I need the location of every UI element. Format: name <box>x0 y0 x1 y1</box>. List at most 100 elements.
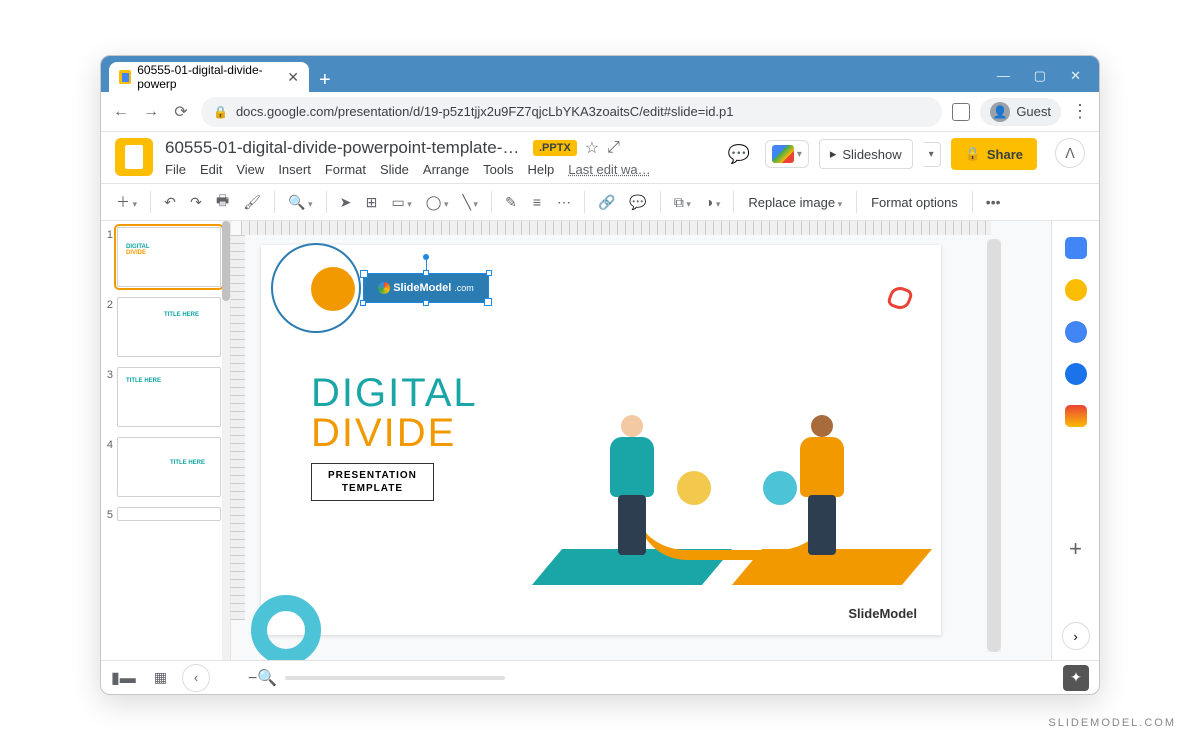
explore-button[interactable]: ✦ <box>1063 665 1089 691</box>
paint-format-button[interactable]: 🖌 <box>238 190 266 215</box>
menu-edit[interactable]: Edit <box>200 162 222 177</box>
zoom-button[interactable]: 🔍 <box>283 190 317 215</box>
watermark: SLIDEMODEL.COM <box>1048 717 1176 729</box>
menu-tools[interactable]: Tools <box>483 162 513 177</box>
comment-button[interactable]: 💬 <box>624 190 651 215</box>
menu-view[interactable]: View <box>236 162 264 177</box>
zoom-slider[interactable] <box>285 676 505 680</box>
format-options-button[interactable]: Format options <box>865 195 964 210</box>
back-button[interactable]: ← <box>111 103 131 121</box>
filmstrip[interactable]: 1 DIGITALDIVIDE 2 TITLE HERE 3 TITLE HER… <box>101 221 231 660</box>
lock-icon: 🔒 <box>213 105 228 119</box>
maps-icon[interactable] <box>1065 405 1087 427</box>
thumbnail-1[interactable]: DIGITALDIVIDE <box>117 227 221 287</box>
tab-close-icon[interactable]: ✕ <box>287 69 299 86</box>
thumbnail-5[interactable] <box>117 507 221 521</box>
meet-button[interactable]: ▾ <box>765 140 809 168</box>
profile-button[interactable]: 👤 Guest <box>980 98 1061 126</box>
collapse-filmstrip-button[interactable]: ‹ <box>182 664 210 692</box>
url-input[interactable]: 🔒 docs.google.com/presentation/d/19-p5z1… <box>201 97 942 127</box>
move-button[interactable]: ⤢ <box>607 139 620 157</box>
selected-logo-object[interactable]: SlideModel.com <box>363 273 489 303</box>
thumbnail-2[interactable]: TITLE HERE <box>117 297 221 357</box>
add-addon-button[interactable]: + <box>1069 536 1082 562</box>
menu-file[interactable]: File <box>165 162 186 177</box>
border-dash-button[interactable]: ⋯ <box>552 190 576 215</box>
slideshow-button[interactable]: ▸Slideshow <box>819 139 913 169</box>
window-controls: — ▢ ✕ <box>997 68 1091 92</box>
slide-illustration[interactable] <box>547 325 907 605</box>
tasks-icon[interactable] <box>1065 321 1087 343</box>
menu-arrange[interactable]: Arrange <box>423 162 469 177</box>
grid-view-button[interactable]: ▦ <box>154 669 164 686</box>
menu-format[interactable]: Format <box>325 162 366 177</box>
browser-menu-button[interactable]: ⋮ <box>1071 101 1089 122</box>
slide-subtitle[interactable]: PRESENTATION TEMPLATE <box>311 463 434 501</box>
select-tool[interactable]: ➤ <box>335 190 357 215</box>
border-color-button[interactable]: ✎ <box>500 190 522 215</box>
filmstrip-scrollbar[interactable] <box>222 221 230 660</box>
link-button[interactable]: 🔗 <box>593 190 620 215</box>
print-button[interactable]: 🖶 <box>211 186 234 218</box>
comments-button[interactable]: 💬 <box>723 138 755 170</box>
canvas-scrollbar[interactable] <box>987 239 1001 652</box>
collapse-header-button[interactable]: ᐱ <box>1055 138 1085 168</box>
keep-icon[interactable] <box>1065 279 1087 301</box>
star-button[interactable]: ☆ <box>585 138 599 158</box>
undo-button[interactable]: ↶ <box>159 190 181 215</box>
address-bar: ← → ⟳ 🔒 docs.google.com/presentation/d/1… <box>101 92 1099 132</box>
image-tool[interactable]: ▭ <box>387 190 417 215</box>
minimize-button[interactable]: — <box>997 68 1010 84</box>
thumbnail-3[interactable]: TITLE HERE <box>117 367 221 427</box>
resize-handle[interactable] <box>360 300 366 306</box>
ruler-vertical <box>231 235 245 620</box>
share-button[interactable]: 🔒Share <box>951 138 1037 170</box>
line-tool[interactable]: ╲ <box>457 190 482 215</box>
meet-icon <box>772 145 794 163</box>
hide-sidepanel-button[interactable]: › <box>1062 622 1090 650</box>
bottom-bar: ▮▬ ▦ ‹ −🔍 ✦ <box>101 660 1099 694</box>
slides-favicon-icon <box>119 70 131 84</box>
toolbar: ＋ ↶ ↷ 🖶 🖌 🔍 ➤ ⊞ ▭ ◯ ╲ ✎ ≡ ⋯ 🔗 💬 ⧉ ◑ Repl… <box>101 183 1099 221</box>
document-title[interactable]: 60555-01-digital-divide-powerpoint-templ… <box>165 138 525 158</box>
slide[interactable]: SlideModel.com DIGITAL DIVIDE PRESENTATI… <box>261 245 941 635</box>
new-tab-button[interactable]: + <box>309 69 341 92</box>
close-window-button[interactable]: ✕ <box>1070 68 1081 84</box>
browser-tab[interactable]: 60555-01-digital-divide-powerp ✕ <box>109 62 309 92</box>
replace-image-button[interactable]: Replace image <box>742 195 848 210</box>
last-edit-link[interactable]: Last edit wa… <box>568 162 650 177</box>
canvas[interactable]: SlideModel.com DIGITAL DIVIDE PRESENTATI… <box>231 221 1051 660</box>
thumbnail-4[interactable]: TITLE HERE <box>117 437 221 497</box>
calendar-icon[interactable] <box>1065 237 1087 259</box>
resize-handle[interactable] <box>423 270 429 276</box>
slide-footer[interactable]: SlideModel <box>848 606 917 621</box>
slidemodel-icon <box>378 282 390 294</box>
contacts-icon[interactable] <box>1065 363 1087 385</box>
lock-icon: 🔒 <box>965 146 981 162</box>
zoom-out-button[interactable]: −🔍 <box>248 668 277 688</box>
slides-app-icon[interactable] <box>115 138 153 176</box>
resize-handle[interactable] <box>423 300 429 306</box>
redo-button[interactable]: ↷ <box>185 190 207 215</box>
filmstrip-view-button[interactable]: ▮▬ <box>111 668 136 688</box>
reload-button[interactable]: ⟳ <box>171 102 191 122</box>
slide-title[interactable]: DIGITAL DIVIDE <box>311 373 478 453</box>
more-toolbar-button[interactable]: ••• <box>981 190 1006 214</box>
forward-button[interactable]: → <box>141 103 161 121</box>
extensions-icon[interactable] <box>952 103 970 121</box>
slideshow-dropdown[interactable]: ▾ <box>923 142 941 167</box>
menu-insert[interactable]: Insert <box>278 162 311 177</box>
border-weight-button[interactable]: ≡ <box>526 190 548 214</box>
mask-button[interactable]: ◑ <box>700 190 726 214</box>
new-slide-button[interactable]: ＋ <box>111 188 142 216</box>
textbox-tool[interactable]: ⊞ <box>361 190 383 215</box>
tab-title: 60555-01-digital-divide-powerp <box>137 63 281 91</box>
resize-handle[interactable] <box>486 270 492 276</box>
crop-button[interactable]: ⧉ <box>669 190 696 215</box>
maximize-button[interactable]: ▢ <box>1034 68 1046 84</box>
menu-slide[interactable]: Slide <box>380 162 409 177</box>
document-header: 60555-01-digital-divide-powerpoint-templ… <box>101 132 1099 183</box>
shape-tool[interactable]: ◯ <box>421 190 454 215</box>
menu-help[interactable]: Help <box>528 162 555 177</box>
ruler-horizontal <box>241 221 991 235</box>
